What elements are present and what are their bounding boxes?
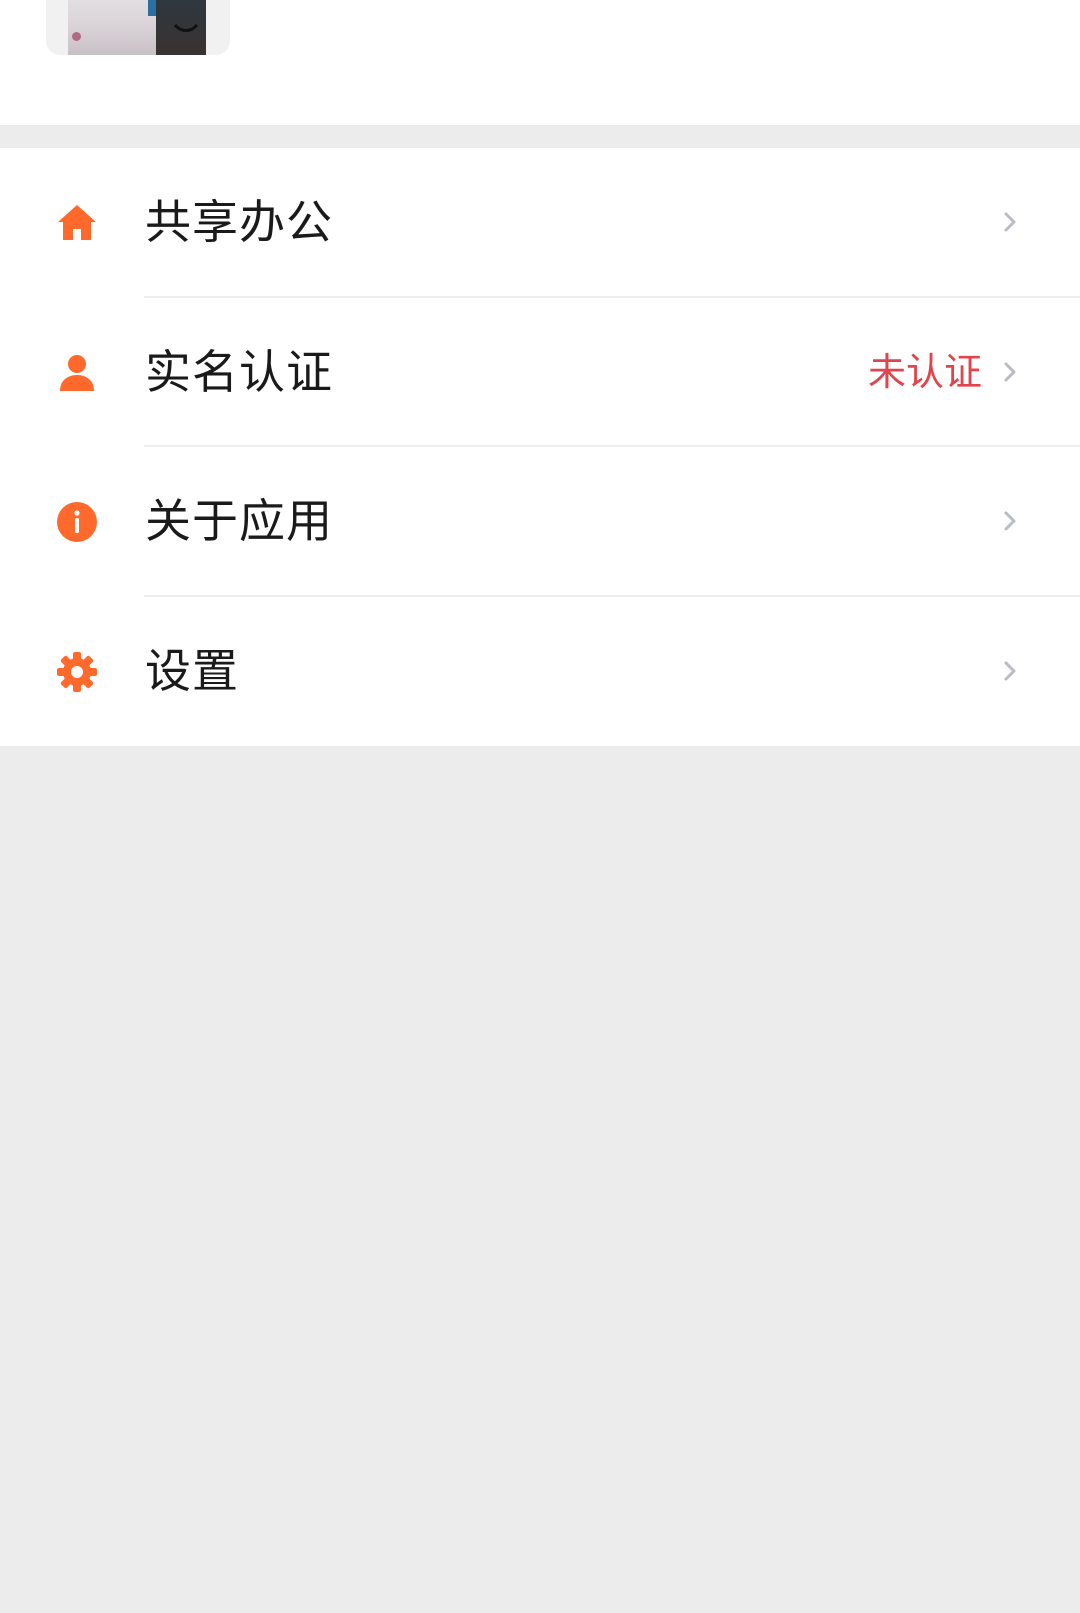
chevron-right-icon [998,210,1022,234]
user-icon [56,352,98,394]
chevron-right-icon [998,360,1022,384]
menu-list: 共享办公 实名认证 未认证 关于应用 设置 [0,148,1080,746]
menu-item-settings[interactable]: 设置 [0,597,1080,747]
menu-item-label: 共享办公 [145,195,333,249]
menu-item-label: 设置 [145,643,239,698]
gear-icon [56,651,98,693]
menu-item-label: 关于应用 [145,494,333,548]
avatar[interactable] [46,0,230,55]
chevron-right-icon [998,509,1022,533]
menu-item-about-app[interactable]: 关于应用 [0,447,1080,597]
avatar-photo [68,0,206,55]
menu-item-label: 实名认证 [145,344,333,399]
chevron-right-icon [998,659,1022,683]
info-icon [56,501,98,543]
status-badge: 未认证 [867,349,982,394]
home-icon [56,202,98,244]
menu-item-shared-office[interactable]: 共享办公 [0,148,1080,298]
profile-header [0,0,1080,125]
menu-item-real-name-verification[interactable]: 实名认证 未认证 [0,298,1080,447]
